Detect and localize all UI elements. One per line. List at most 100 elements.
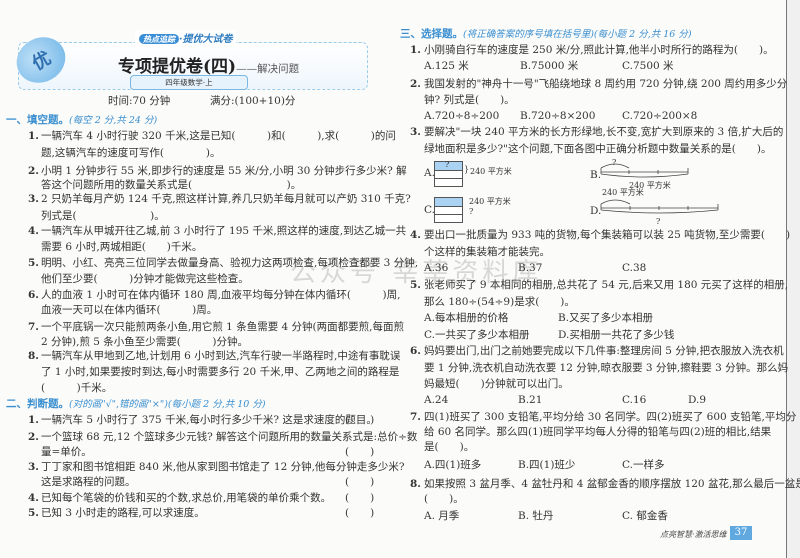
option-c: C. 郁金香	[622, 510, 668, 522]
ribbon-tag: 热点追踪	[139, 34, 179, 44]
time-limit: 时间:70 分钟	[108, 95, 171, 107]
question-number: 3.	[28, 193, 39, 205]
question-text: 他们至少要( )分钟才能做完这些检查。	[41, 273, 249, 285]
answer-paren[interactable]: ( )	[345, 445, 374, 459]
question-text: 已知每个笔袋的价钱和买的个数,求总价,用笔袋的单价乘个数。	[41, 492, 332, 504]
question-number: 5.	[28, 507, 39, 519]
question-text: 人的血液 1 小时可在体内循环 180 周,血液平均每分钟在体内循环( )周,	[41, 289, 401, 301]
answer-paren[interactable]: ( )	[345, 506, 374, 520]
section-true-false-title: 二、判断题。(对的画"√",错的画"×")(每小题 2 分,共 10 分)	[6, 396, 266, 411]
diagram-d-segment	[600, 199, 719, 214]
section-note: (将正确答案的序号填在括号里)(每小题 2 分,共 16 分)	[463, 29, 692, 40]
option-c: C.720÷200×8	[622, 110, 698, 122]
option-b: B.21	[518, 394, 543, 406]
question-number: 8.	[28, 350, 39, 362]
section-title: 三、选择题。	[400, 28, 463, 40]
diagram-a-brace: }	[464, 165, 470, 174]
question-text: 钟? 列式是( )。	[424, 94, 515, 106]
question-text: 列式是( )。	[41, 210, 165, 222]
option-a: A.720÷8÷200	[424, 110, 500, 122]
question-text: 需要 6 小时,两城相距( )千米。	[41, 241, 203, 253]
question-text: 一个篮球 68 元,12 个篮球多少元钱? 解答这个问题所用的数量关系式是:总价…	[41, 431, 418, 443]
option-d: D.9	[688, 394, 707, 406]
option-c: C.一共买了多少本相册	[424, 329, 530, 341]
option-b: B.720÷8×200	[520, 110, 596, 122]
question-text: ( )。	[424, 493, 464, 505]
option-a: A. 月季	[424, 510, 460, 522]
section-note: (每空 2 分,共 24 分)	[69, 115, 158, 126]
section-fill-blank-title: 一、填空题。(每空 2 分,共 24 分)	[6, 112, 157, 127]
section-choice-title: 三、选择题。(将正确答案的序号填在括号里)(每小题 2 分,共 16 分)	[400, 26, 692, 41]
option-c: C.16	[622, 394, 647, 406]
diagram-b-question: ?	[612, 158, 617, 167]
question-number: 5.	[410, 279, 421, 291]
question-text: 已知 3 小时走的路程,可以求速度。	[41, 507, 205, 519]
question-number: 1.	[28, 414, 39, 426]
question-number: 1.	[410, 44, 421, 56]
question-text: 张老师买了 9 本相同的相册,总共花了 54 元,后来又用 180 元买了这样的…	[424, 279, 789, 291]
question-text: 绿地面积是多少?"这个问题,下面各图中正确分析题中数量关系的是( )。	[424, 143, 772, 155]
badge-text: 优	[28, 47, 55, 75]
footer-slogan: 点亮智慧·激活思维	[660, 530, 727, 539]
grade-band: 四年级数学·上	[130, 75, 248, 90]
question-text: 四(1)班买了 300 支铅笔,平均分给 30 名同学。四(2)班买了 600 …	[424, 411, 797, 423]
title-sub: ——解决问题	[236, 63, 300, 75]
diagram-d-question: ?	[656, 217, 661, 226]
question-number: 5.	[28, 257, 39, 269]
diagram-c-strip	[434, 214, 463, 223]
question-text: 一辆汽车从甲城开往乙城,前 3 小时行了 195 千米,照这样的速度,到达乙城一…	[41, 225, 407, 237]
question-number: 2.	[28, 431, 39, 443]
full-score: 满分:(100+10)分	[210, 95, 296, 107]
ribbon-text: ·提优大试卷	[179, 34, 233, 45]
question-number: 4.	[410, 229, 421, 241]
question-text: 要 1 分钟,洗衣机自动洗衣要 12 分钟,晾衣服要 3 分钟,擦鞋要 3 分钟…	[424, 362, 789, 374]
diagram-c-label: 240 平方米	[469, 197, 511, 206]
option-a: A.四(1)班多	[424, 459, 482, 471]
question-text: 给 60 名同学。那么四(1)班同学平均每人分得的铅笔与四(2)班的相比,结果	[424, 426, 772, 438]
option-c: C.7500 米	[622, 60, 674, 72]
question-number: 7.	[410, 411, 421, 423]
question-text: 2 分钟),煎 5 条小鱼至少需要( )分钟。	[41, 336, 248, 348]
title-main: 专项提优卷(四)	[118, 57, 237, 77]
option-a: A.每本相册的价格	[424, 312, 509, 324]
question-number: 4.	[28, 492, 39, 504]
question-number: 2.	[28, 165, 39, 177]
option-a: A.36	[424, 262, 449, 274]
question-text: 一个平底锅一次只能煎两条小鱼,用它煎 1 条鱼需要 4 分钟(两面都要煎,每面煎	[41, 321, 404, 333]
question-text: 明明、小红、亮亮三位同学去做量身高、验视力这两项检查,每项检查都要 3 分钟,	[41, 257, 419, 269]
question-text: 是( )。	[424, 441, 475, 453]
question-text: 妈最短( )分钟就可以出门。	[424, 378, 569, 390]
question-text: 一辆汽车 4 小时行驶 320 千米,这是已知( )和( ),求( )的问	[41, 130, 396, 142]
answer-paren[interactable]: ( )	[345, 491, 374, 505]
answer-paren[interactable]: ( )	[345, 475, 374, 489]
option-b: B.37	[518, 262, 543, 274]
question-number: 2.	[410, 78, 421, 90]
option-c: C.一样多	[622, 459, 665, 471]
question-text: 量=单价。	[41, 446, 92, 458]
question-text: 一辆汽车 5 小时行了 375 千米,每小时行多少千米? 这是求速度的题目。	[41, 414, 377, 426]
header-ribbon: 热点追踪 ·提优大试卷	[135, 30, 237, 45]
answer-paren[interactable]: ( )	[345, 413, 374, 427]
question-text: 小明 1 分钟步行 55 米,即步行的速度是 55 米/分,小明 30 分钟步行…	[41, 165, 407, 177]
option-a: A.24	[424, 394, 449, 406]
option-b: B. 牡丹	[518, 510, 554, 522]
question-text: ( )千米。	[41, 382, 113, 394]
section-title: 一、填空题。	[6, 114, 69, 126]
question-text: 血液一天可以在体内循环( )周。	[41, 304, 218, 316]
section-note: (对的画"√",错的画"×")(每小题 2 分,共 10 分)	[69, 399, 266, 410]
question-text: 如果按照 3 盆月季、4 盆牡丹和 4 盆郁金香的顺序摆放 120 盆花,那么最…	[424, 478, 800, 490]
question-number: 1.	[28, 130, 39, 142]
diagram-a-label: 240 平方米	[470, 167, 512, 176]
option-b: B.75000 米	[520, 60, 579, 72]
page-title: 专项提优卷(四)——解决问题	[118, 52, 299, 77]
question-text: 一辆汽车从甲地到乙地,计划用 6 小时到达,汽车行驶一半路程时,中途有事耽误	[41, 350, 401, 362]
question-text: 妈妈要出门,出门之前她要完成以下几件事:整理房间 5 分钟,把衣服放入洗衣机	[424, 345, 784, 357]
question-text: 题,这辆汽车的速度可写作( )。	[41, 147, 221, 159]
option-a: A.125 米	[424, 60, 469, 72]
question-text: 小刚骑自行车的速度是 250 米/分,照此计算,他半小时所行的路程为( )。	[424, 44, 774, 56]
question-text: 那么 180÷(54÷9)是求( )。	[424, 296, 575, 308]
question-text: 答这个问题所用的数量关系式是( )。	[41, 179, 302, 191]
question-number: 7.	[28, 321, 39, 333]
question-number: 3.	[410, 126, 421, 138]
question-number: 6.	[410, 345, 421, 357]
